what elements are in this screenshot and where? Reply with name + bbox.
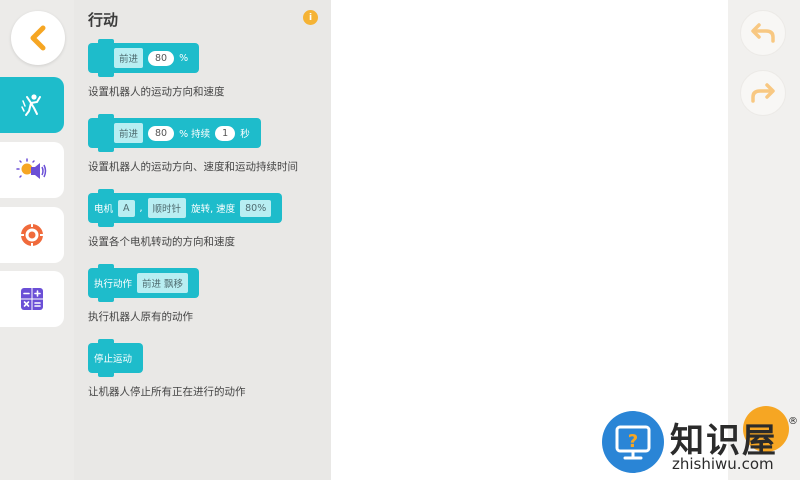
sensor-icon — [20, 223, 44, 247]
chevron-left-icon — [30, 25, 46, 51]
code-block[interactable]: 前进 80 % 持续 1 秒 — [88, 114, 261, 152]
question-monitor-icon: ? — [615, 425, 651, 460]
category-tab-light-sound[interactable] — [0, 142, 64, 198]
redo-button[interactable] — [740, 70, 786, 116]
block-description: 设置各个电机转动的方向和速度 — [88, 236, 235, 248]
motion-figure-icon — [21, 94, 41, 116]
code-block[interactable]: 执行动作 前进 飘移 — [88, 264, 200, 302]
category-rail — [0, 0, 74, 480]
block-palette: 行动 i 前进 80% 设置机器人的运动方向和速度 前进 80% 持续 1 秒设置机器人的运… — [74, 0, 331, 480]
block-text: 旋转, 速度 — [191, 204, 236, 215]
block-dropdown[interactable]: 前进 — [114, 123, 144, 143]
watermark: ? 知识屋 zhishiwu.com — [598, 405, 800, 480]
block-text: 电机 — [94, 204, 114, 215]
block-text: 停止运动 — [94, 354, 133, 365]
calculator-icon — [21, 288, 43, 310]
code-block[interactable]: 停止运动 — [88, 339, 144, 377]
block-description: 让机器人停止所有正在进行的动作 — [88, 386, 246, 398]
watermark-logo: ? — [602, 411, 664, 473]
back-button[interactable] — [11, 11, 65, 65]
block-number-input[interactable]: 1 — [215, 125, 236, 141]
code-block[interactable]: 电机 A, 顺时针 旋转, 速度 80% — [88, 189, 283, 227]
block-text: % 持续 — [179, 129, 211, 140]
code-block[interactable]: 前进 80% — [88, 39, 200, 77]
redo-icon — [751, 83, 775, 103]
block-dropdown[interactable]: A — [118, 199, 135, 217]
info-icon[interactable]: i — [303, 10, 318, 25]
undo-button[interactable] — [740, 10, 786, 56]
block-dropdown[interactable]: 80% — [240, 199, 272, 217]
block-description: 设置机器人的运动方向和速度 — [88, 86, 225, 98]
block-text: % — [179, 52, 189, 64]
block-text: 执行动作 — [94, 279, 133, 290]
svg-text:?: ? — [628, 431, 638, 452]
block-text: , — [139, 202, 143, 214]
block-dropdown[interactable]: 前进 — [114, 48, 144, 68]
block-dropdown[interactable]: 顺时针 — [147, 198, 187, 218]
watermark-subtitle: zhishiwu.com — [672, 455, 774, 473]
light-sound-icon — [16, 158, 47, 179]
palette-title: 行动 — [88, 11, 119, 29]
block-dropdown[interactable]: 前进 飘移 — [137, 273, 189, 293]
category-tab-sensor[interactable] — [0, 207, 64, 263]
block-description: 设置机器人的运动方向、速度和运动持续时间 — [88, 161, 298, 173]
registered-mark: ® — [788, 416, 798, 427]
block-description: 执行机器人原有的动作 — [88, 311, 193, 323]
block-text: 秒 — [240, 129, 250, 140]
undo-icon — [751, 23, 775, 43]
block-number-input[interactable]: 80 — [148, 50, 175, 66]
block-number-input[interactable]: 80 — [148, 125, 175, 141]
category-tab-motion[interactable] — [0, 77, 64, 133]
category-tab-math[interactable] — [0, 271, 64, 327]
